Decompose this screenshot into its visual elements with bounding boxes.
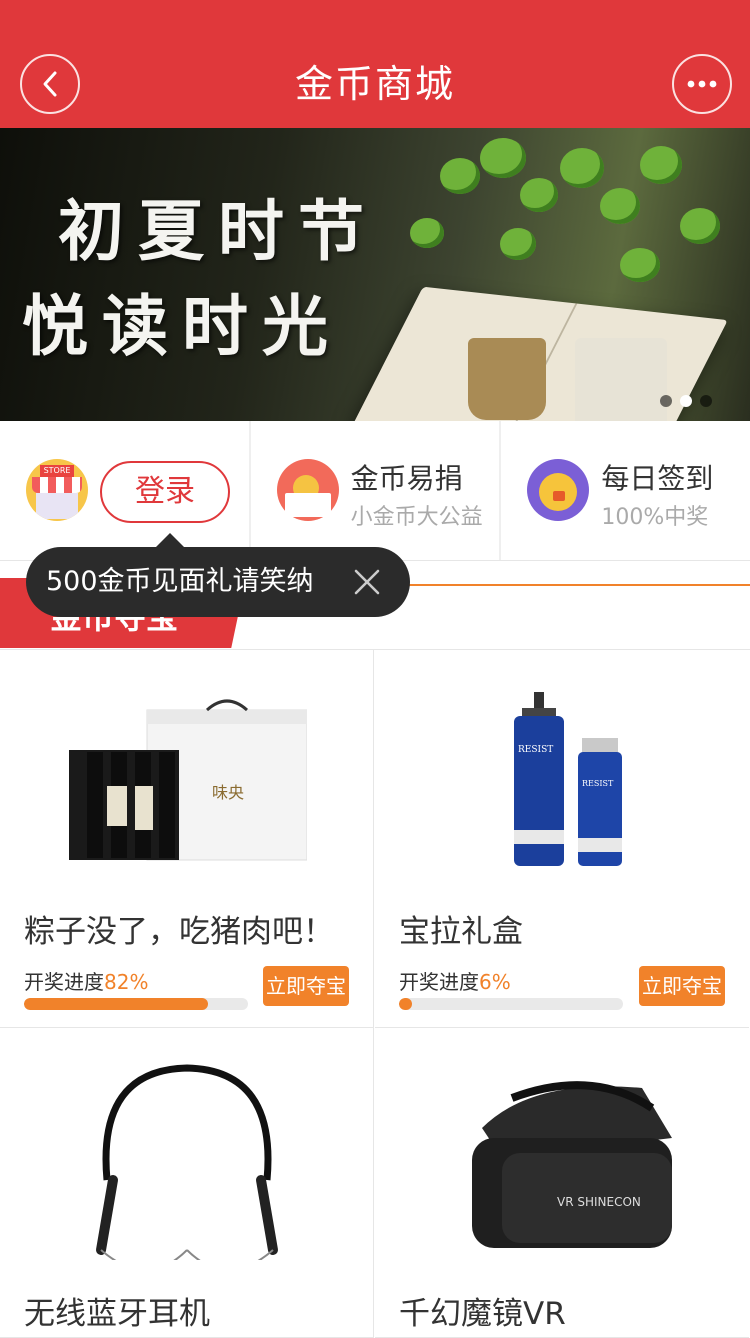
plant-pot-illustration [468, 338, 546, 420]
feature-subtitle: 100%中奖 [601, 505, 709, 530]
vr-headset-image: VR SHINECON [472, 1081, 672, 1248]
donate-box-icon [276, 459, 339, 521]
leaf-illustration [620, 248, 660, 282]
close-icon[interactable] [352, 567, 382, 597]
carousel-dot-active[interactable] [680, 395, 692, 407]
product-name: 宝拉礼盒 [399, 914, 523, 950]
page-title: 金币商城 [294, 62, 455, 106]
store-tag-icon: STORE [40, 465, 74, 477]
progress-fill [399, 998, 413, 1010]
progress-label: 开奖进度82% [24, 970, 149, 994]
grab-treasure-button[interactable]: 立即夺宝 [263, 966, 349, 1006]
leaf-illustration [480, 138, 526, 178]
leaf-illustration [440, 158, 480, 194]
progress-bar [24, 998, 248, 1010]
chick-icon [527, 459, 590, 521]
product-grid: 味央 粽子没了，吃猪肉吧！ 开奖进度82% 立即夺宝 RESIST RESIST… [0, 649, 750, 1338]
leaf-illustration [640, 146, 682, 184]
store-icon: STORE [26, 459, 88, 521]
login-button[interactable]: 登录 [100, 461, 230, 523]
product-name: 无线蓝牙耳机 [24, 1296, 210, 1332]
feature-title: 每日签到 [601, 462, 714, 495]
plant-pot-illustration [575, 338, 667, 421]
svg-text:味央: 味央 [212, 783, 244, 802]
svg-text:RESIST: RESIST [518, 745, 553, 755]
progress-percent: 82% [104, 970, 149, 994]
app-header: 金币商城 [0, 0, 750, 128]
welcome-tooltip: 500金币见面礼请笑纳 [26, 533, 410, 617]
feature-store[interactable]: STORE 登录 [0, 421, 251, 560]
banner-headline: 初夏时节 [58, 192, 378, 270]
feature-title: 金币易捐 [350, 462, 463, 495]
svg-text:VR SHINECON: VR SHINECON [557, 1195, 641, 1209]
more-dots-icon [687, 80, 717, 88]
leaf-illustration [520, 178, 558, 212]
skincare-set-image: RESIST RESIST [514, 692, 622, 866]
leaf-illustration [680, 208, 720, 244]
feature-donate[interactable]: 金币易捐 小金币大公益 [251, 421, 502, 560]
more-button[interactable] [672, 54, 732, 114]
leaf-illustration [500, 228, 536, 260]
progress-fill [24, 998, 208, 1010]
progress-percent: 6% [479, 970, 511, 994]
product-card[interactable]: 味央 粽子没了，吃猪肉吧！ 开奖进度82% 立即夺宝 [0, 650, 374, 1028]
promo-banner[interactable]: 初夏时节 悦读时光 [0, 128, 750, 421]
leaf-illustration [600, 188, 640, 224]
grab-treasure-button[interactable]: 立即夺宝 [639, 966, 725, 1006]
progress-bar [399, 998, 623, 1010]
leaf-illustration [410, 218, 444, 248]
tooltip-text: 500金币见面礼请笑纳 [46, 566, 314, 597]
feature-subtitle: 小金币大公益 [350, 505, 483, 530]
carousel-dot[interactable] [660, 395, 672, 407]
feature-row: STORE 登录 金币易捐 小金币大公益 每日签到 100%中奖 [0, 421, 750, 561]
product-name: 千幻魔镜VR [399, 1296, 566, 1332]
product-name: 粽子没了，吃猪肉吧！ [24, 914, 334, 950]
product-card[interactable]: VR SHINECON 千幻魔镜VR [375, 1028, 749, 1338]
svg-text:RESIST: RESIST [582, 779, 614, 788]
banner-subheadline: 悦读时光 [22, 287, 342, 365]
carousel-dot[interactable] [700, 395, 712, 407]
leaf-illustration [560, 148, 604, 188]
tea-gift-box-image: 味央 [68, 699, 307, 861]
feature-signin[interactable]: 每日签到 100%中奖 [501, 421, 750, 560]
progress-label: 开奖进度6% [399, 970, 511, 994]
product-card[interactable]: 无线蓝牙耳机 [0, 1028, 374, 1338]
bluetooth-headphones-image [95, 1064, 278, 1260]
carousel-indicator [660, 395, 712, 407]
product-card[interactable]: RESIST RESIST 宝拉礼盒 开奖进度6% 立即夺宝 [375, 650, 749, 1028]
